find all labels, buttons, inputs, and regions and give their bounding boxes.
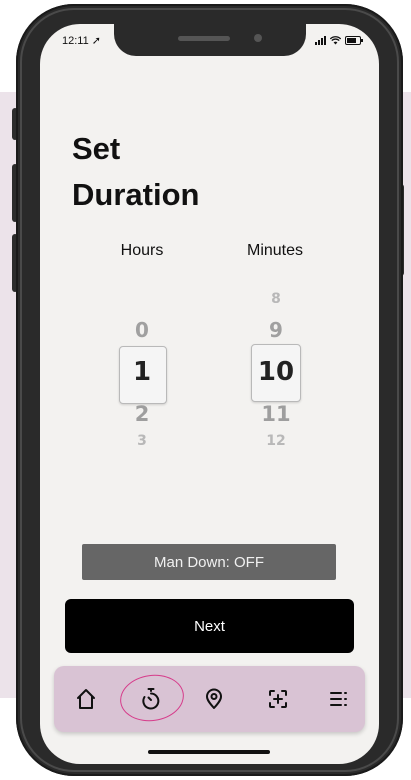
minutes-selected-value[interactable]: 10 [246,357,306,387]
phone-screen: 12:11 ➚ Set Duration Hours Minutes 0 1 2… [40,24,379,764]
status-time: 12:11 ➚ [62,35,101,47]
tab-home[interactable] [66,679,106,719]
home-indicator[interactable] [148,750,270,754]
page-title: Set Duration [72,126,199,218]
add-frame-icon [269,690,287,708]
menu-icon [330,692,347,706]
signal-icon [315,36,326,45]
home-icon [77,689,95,709]
tab-add[interactable] [258,679,298,719]
minutes-option-above-2[interactable]: 8 [246,291,306,307]
page: 12:11 ➚ Set Duration Hours Minutes 0 1 2… [0,0,411,780]
hours-option-above[interactable]: 0 [112,318,172,342]
man-down-toggle[interactable]: Man Down: OFF [82,544,336,580]
title-line-2: Duration [72,177,200,212]
timer-icon [142,688,160,710]
next-button[interactable]: Next [65,599,354,653]
minutes-option-above[interactable]: 9 [246,318,306,342]
wifi-icon [330,36,341,45]
tab-location[interactable] [194,679,234,719]
hours-option-below-2[interactable]: 3 [112,433,172,445]
front-camera [254,34,262,42]
battery-icon [345,36,363,45]
next-button-label: Next [194,617,225,635]
tab-menu[interactable] [318,679,358,719]
minutes-label: Minutes [246,242,304,259]
title-line-1: Set [72,131,121,166]
speaker-grille [178,36,230,41]
man-down-label: Man Down: OFF [153,553,265,571]
hours-label: Hours [120,242,164,259]
tab-timer[interactable] [131,679,171,719]
minutes-option-below-2[interactable]: 12 [246,433,306,445]
status-icons [315,36,363,45]
location-pin-icon [206,688,222,709]
notch [114,24,306,56]
minutes-option-below[interactable]: 11 [246,402,306,426]
hours-selected-value[interactable]: 1 [112,357,172,387]
hours-option-below[interactable]: 2 [112,402,172,426]
bottom-tab-bar [54,666,365,732]
